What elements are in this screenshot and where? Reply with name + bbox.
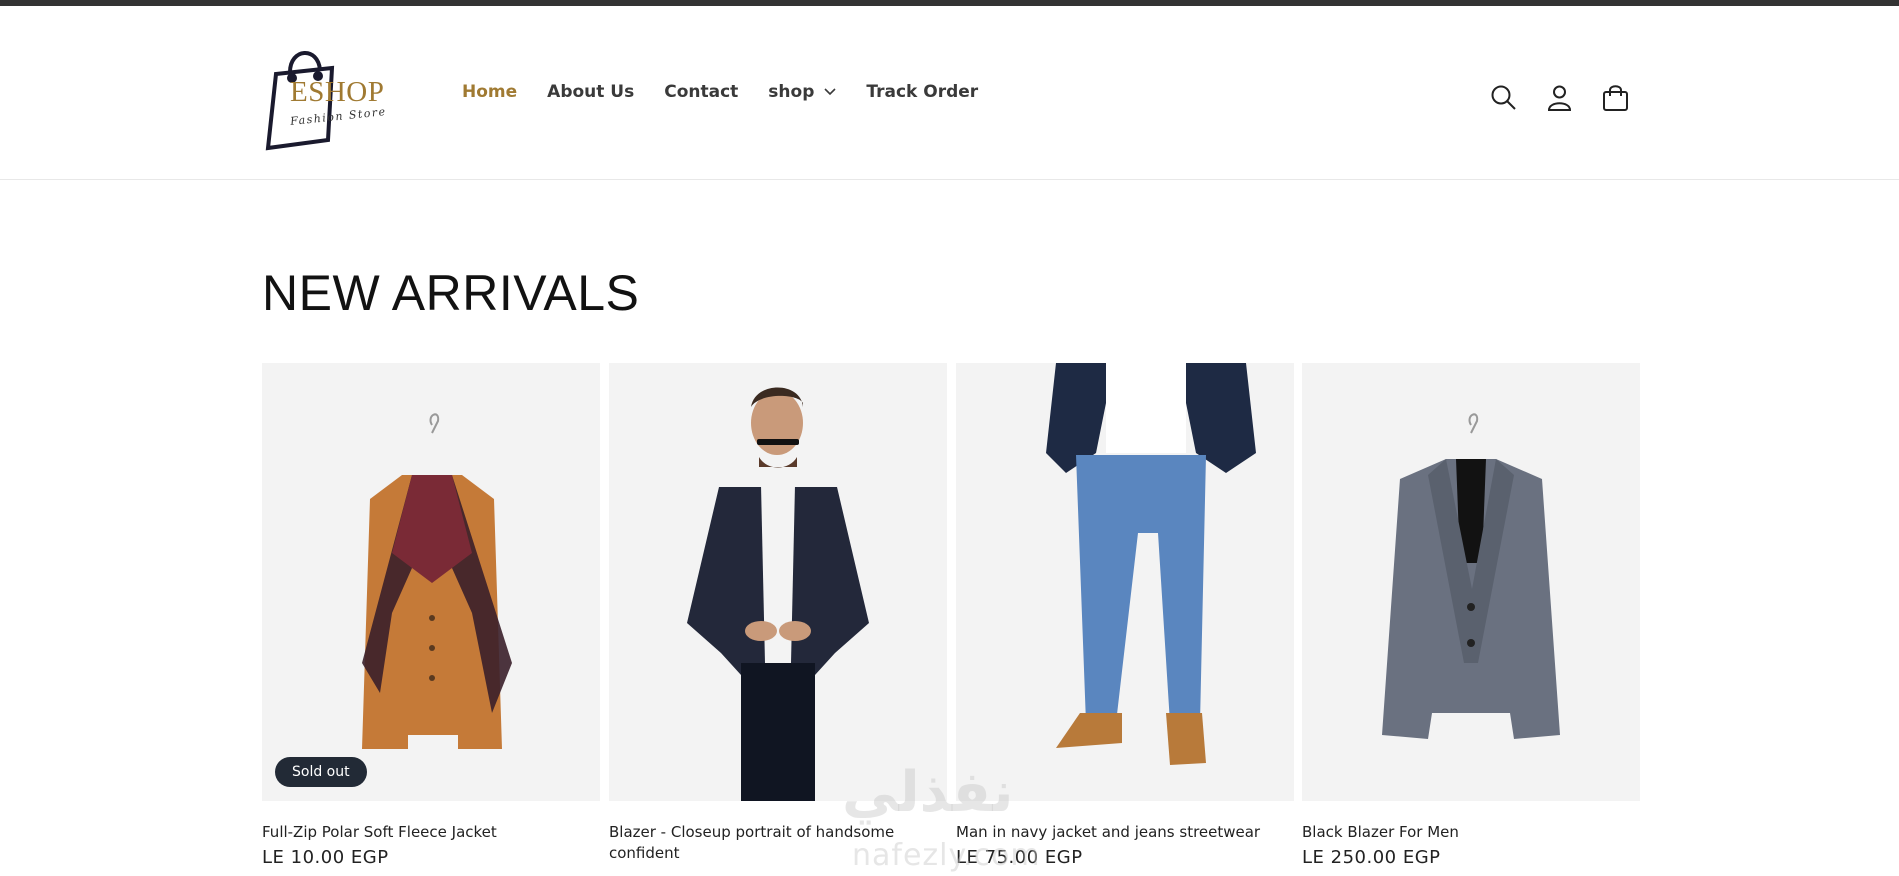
nav-contact[interactable]: Contact (664, 82, 738, 102)
product-grid: Sold out Full-Zip Polar Soft Fleece Jack… (262, 363, 1640, 876)
product-image[interactable]: Sold out (262, 363, 600, 801)
header-icons (1490, 84, 1629, 111)
product-card[interactable]: Man in navy jacket and jeans streetwear … (956, 363, 1294, 868)
nav-shop-label: shop (768, 82, 815, 102)
site-header: ESHOP Fashion Store Home About Us Contac… (0, 6, 1899, 180)
section-title: NEW ARRIVALS (262, 265, 640, 321)
product-card[interactable]: Sold out Full-Zip Polar Soft Fleece Jack… (262, 363, 600, 868)
product-title[interactable]: Black Blazer For Men (1302, 822, 1640, 843)
nav-home[interactable]: Home (462, 82, 517, 102)
product-card[interactable]: Black Blazer For Men LE 250.00 EGP (1302, 363, 1640, 868)
nav-shop[interactable]: shop (768, 82, 836, 102)
product-title[interactable]: Full-Zip Polar Soft Fleece Jacket (262, 822, 600, 843)
product-image[interactable] (956, 363, 1294, 801)
nav-track-order[interactable]: Track Order (866, 82, 978, 102)
jeans-man-image (1046, 363, 1256, 765)
logo-wordmark: ESHOP (290, 76, 385, 108)
product-price: LE 250.00 EGP (1302, 847, 1441, 868)
logo[interactable]: ESHOP Fashion Store (262, 40, 404, 152)
main-nav: Home About Us Contact shop Track Order (462, 82, 1008, 102)
orange-jacket-image (362, 413, 512, 749)
product-card[interactable]: Blazer - Closeup portrait of handsome co… (609, 363, 947, 868)
product-price: LE 10.00 EGP (262, 847, 389, 868)
account-icon[interactable] (1546, 84, 1573, 111)
sold-out-badge: Sold out (275, 757, 367, 787)
chevron-down-icon (824, 88, 836, 96)
product-title[interactable]: Man in navy jacket and jeans streetwear (956, 822, 1294, 843)
nav-about-us[interactable]: About Us (547, 82, 634, 102)
cart-icon[interactable] (1602, 84, 1629, 111)
search-icon[interactable] (1490, 84, 1517, 111)
product-image[interactable] (609, 363, 947, 801)
product-image[interactable] (1302, 363, 1640, 801)
grey-blazer-image (1382, 413, 1560, 739)
blazer-man-image (687, 387, 869, 801)
product-price: LE 75.00 EGP (956, 847, 1083, 868)
product-title[interactable]: Blazer - Closeup portrait of handsome co… (609, 822, 947, 864)
